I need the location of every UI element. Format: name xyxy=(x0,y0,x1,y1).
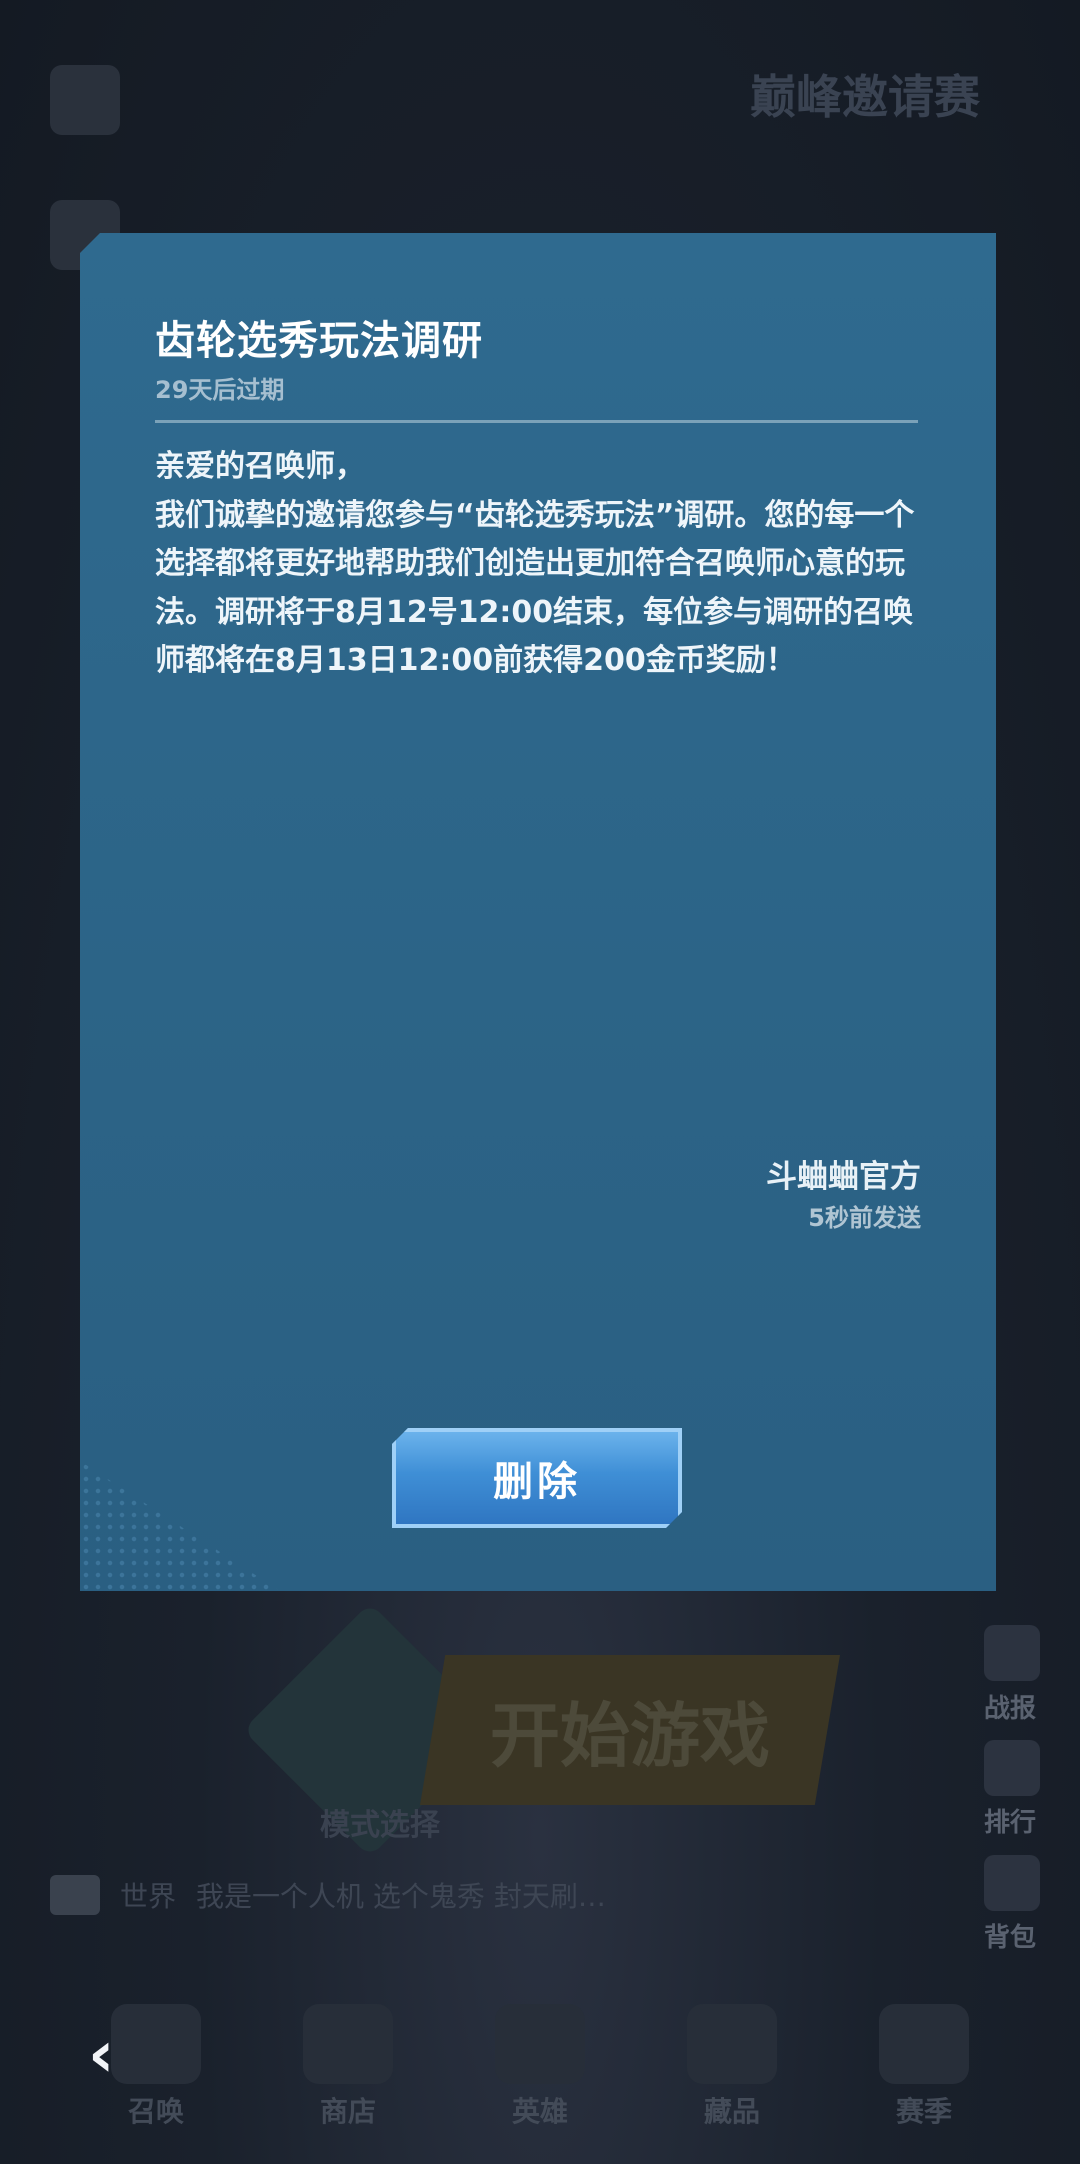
backpack-label: 背包 xyxy=(983,1923,1036,1953)
bottom-nav: 召唤 商店 英雄 藏品 赛季 xyxy=(0,1980,1080,2130)
divider xyxy=(155,420,918,423)
mail-sent-time: 5秒前发送 xyxy=(808,1204,921,1232)
nav-hero-label: 英雄 xyxy=(511,2095,568,2128)
nav-season-label: 赛季 xyxy=(895,2095,952,2128)
ranking-label: 排行 xyxy=(983,1808,1036,1838)
nav-shop-label: 商店 xyxy=(319,2095,376,2128)
battle-report-label: 战报 xyxy=(983,1694,1036,1724)
nav-shop: 商店 xyxy=(303,2004,393,2130)
chevron-left-icon[interactable]: ‹ xyxy=(88,2023,148,2087)
ranking-icon xyxy=(984,1740,1040,1796)
activity-icon xyxy=(50,65,120,135)
delete-button[interactable]: 删除 xyxy=(392,1428,682,1528)
collection-icon xyxy=(687,2004,777,2084)
nav-hero: 英雄 xyxy=(495,2004,585,2130)
mode-select-label: 模式选择 xyxy=(320,1808,440,1843)
season-icon xyxy=(879,2004,969,2084)
mail-paragraph: 我们诚挚的邀请您参与“齿轮选秀玩法”调研。您的每一个选择都将更好地帮助我们创造出… xyxy=(155,497,915,679)
mail-sender: 斗蛐蛐官方 xyxy=(766,1159,921,1195)
start-game-button: 开始游戏 xyxy=(420,1655,840,1805)
nav-summon-label: 召唤 xyxy=(127,2095,184,2128)
chat-message: 我是一个人机 选个鬼秀 封天刷… xyxy=(196,1880,606,1913)
mail-expire: 29天后过期 xyxy=(155,376,285,404)
shop-icon xyxy=(303,2004,393,2084)
mail-dialog: 齿轮选秀玩法调研 29天后过期 亲爱的召唤师， 我们诚挚的邀请您参与“齿轮选秀玩… xyxy=(80,233,996,1591)
hero-icon xyxy=(495,2004,585,2084)
mail-title: 齿轮选秀玩法调研 xyxy=(155,318,483,364)
dot-pattern xyxy=(80,1461,280,1591)
nav-season: 赛季 xyxy=(879,2004,969,2130)
chat-bubble-icon xyxy=(50,1875,100,1915)
mail-body: 亲爱的召唤师， 我们诚挚的邀请您参与“齿轮选秀玩法”调研。您的每一个选择都将更好… xyxy=(155,443,935,686)
battle-report-icon xyxy=(984,1625,1040,1681)
event-banner: 巅峰邀请赛 xyxy=(750,70,980,124)
world-chat: 世界 我是一个人机 选个鬼秀 封天刷… xyxy=(50,1870,950,1920)
chat-channel: 世界 xyxy=(120,1880,177,1913)
mail-greeting: 亲爱的召唤师， xyxy=(155,449,365,484)
backpack-icon xyxy=(984,1855,1040,1911)
nav-collection: 藏品 xyxy=(687,2004,777,2130)
nav-collection-label: 藏品 xyxy=(703,2095,760,2128)
